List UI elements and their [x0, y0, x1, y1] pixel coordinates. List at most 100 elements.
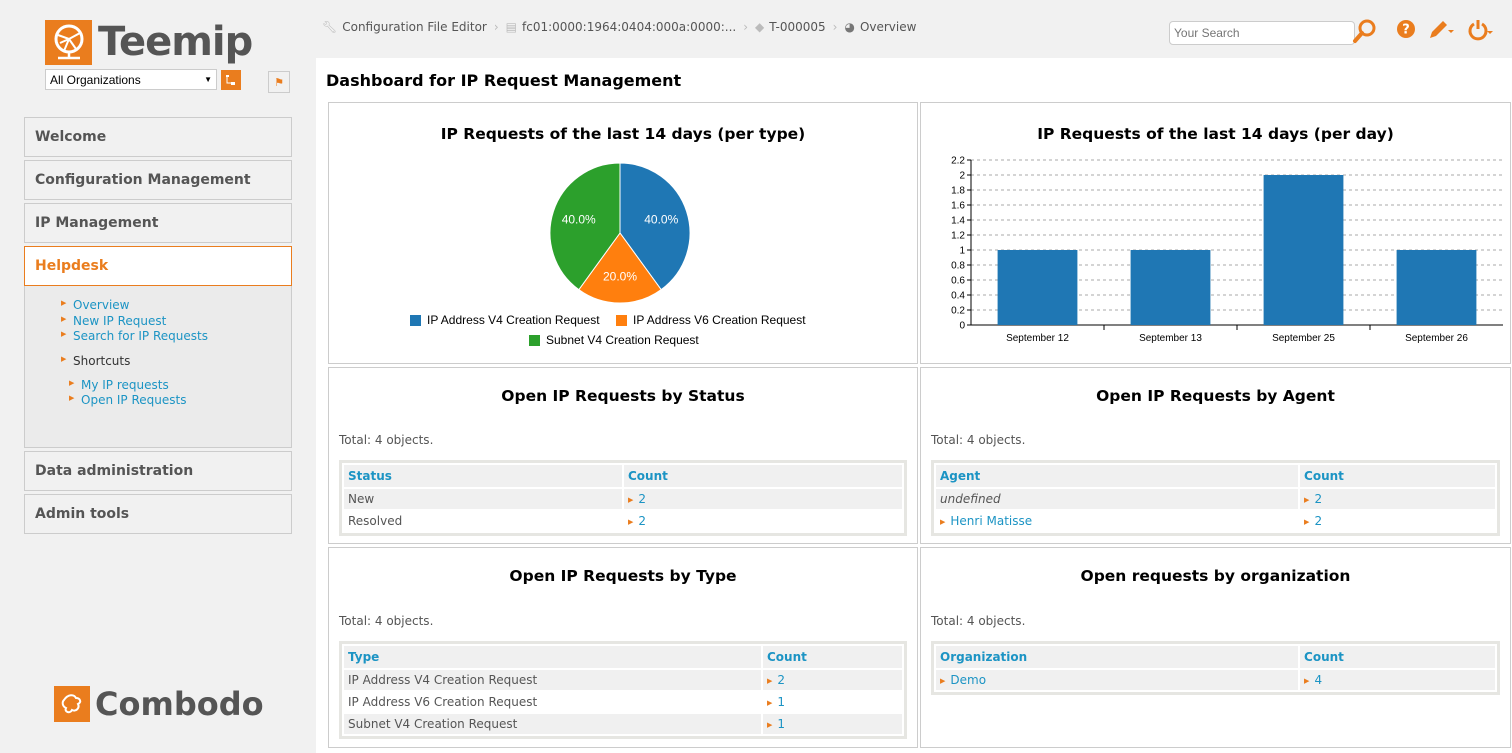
- shortcuts-label: Shortcuts: [73, 353, 131, 368]
- column-header[interactable]: Type: [344, 646, 761, 668]
- legend-item: IP Address V6 Creation Request: [616, 313, 806, 327]
- count-value: 4: [1314, 673, 1323, 687]
- breadcrumb-item[interactable]: ◆ T-000005: [755, 20, 826, 34]
- shortcut-open-ip-requests[interactable]: ▶ Open IP Requests: [25, 393, 291, 409]
- menu-label: IP Management: [35, 215, 159, 231]
- bar[interactable]: [1396, 250, 1477, 325]
- table-row: New ▶ 2: [344, 489, 902, 509]
- combodo-text: Combodo: [95, 685, 264, 723]
- bullet-arrow-icon: ▶: [61, 330, 67, 338]
- ticket-icon: ◆: [755, 20, 765, 34]
- count-value: 2: [777, 673, 786, 687]
- organization-tree-button[interactable]: [221, 70, 241, 90]
- column-header[interactable]: Count: [624, 465, 902, 487]
- bar[interactable]: [997, 250, 1078, 325]
- breadcrumb-item[interactable]: ▤ fc01:0000:1964:0404:000a:0000:...: [506, 20, 737, 34]
- agent-name: Henri Matisse: [950, 514, 1033, 528]
- y-tick-label: 0.8: [951, 261, 965, 272]
- edit-pencil-menu-icon[interactable]: [1427, 18, 1455, 45]
- total-count: Total: 4 objects.: [931, 433, 1026, 447]
- cell-count-link[interactable]: ▶ 2: [1300, 489, 1495, 509]
- bar[interactable]: [1130, 250, 1211, 325]
- legend-swatch: [529, 334, 540, 346]
- y-tick-label: 0.6: [951, 276, 965, 287]
- bullet-arrow-icon: ▶: [1304, 676, 1310, 685]
- bar[interactable]: [1263, 175, 1344, 325]
- help-icon[interactable]: ?: [1395, 18, 1417, 43]
- menu-data-administration[interactable]: Data administration: [24, 451, 292, 491]
- breadcrumb-label: fc01:0000:1964:0404:000a:0000:...: [522, 20, 737, 34]
- cell-organization-link[interactable]: ▶ Demo: [936, 670, 1299, 690]
- chevron-down-icon: ▼: [204, 75, 212, 84]
- chevron-right-icon: ›: [832, 20, 838, 34]
- cell-agent-link[interactable]: ▶ Henri Matisse: [936, 511, 1299, 531]
- cell-count-link[interactable]: ▶ 2: [763, 670, 902, 690]
- column-header[interactable]: Count: [1300, 646, 1495, 668]
- cell-type: IP Address V4 Creation Request: [344, 670, 761, 690]
- x-tick-label: September 13: [1139, 333, 1202, 344]
- column-header[interactable]: Agent: [936, 465, 1299, 487]
- table-row: IP Address V4 Creation Request ▶ 2: [344, 670, 902, 690]
- cell-type: IP Address V6 Creation Request: [344, 692, 761, 712]
- legend-item: Subnet V4 Creation Request: [529, 333, 699, 347]
- total-count: Total: 4 objects.: [931, 614, 1026, 628]
- count-value: 1: [777, 717, 786, 731]
- breadcrumb-item[interactable]: ◕ Overview: [844, 20, 916, 34]
- submenu-overview[interactable]: ▶ Overview: [25, 298, 291, 314]
- combodo-logo[interactable]: Combodo: [54, 686, 264, 722]
- y-tick-label: 1.4: [951, 216, 965, 227]
- panel-title: Open IP Requests by Agent: [1096, 387, 1335, 405]
- cell-count-link[interactable]: ▶ 2: [624, 489, 902, 509]
- y-tick-label: 1.6: [951, 201, 965, 212]
- pie-slice-label: 40.0%: [644, 213, 678, 227]
- y-tick-label: 1: [959, 246, 965, 257]
- table-row: Subnet V4 Creation Request ▶ 1: [344, 714, 902, 734]
- global-search-input[interactable]: [1169, 21, 1355, 45]
- bullet-arrow-icon: ▶: [1304, 517, 1310, 526]
- organization-panel: Open requests by organization Total: 4 o…: [920, 547, 1511, 748]
- breadcrumb-label: Overview: [859, 20, 917, 34]
- menu-admin-tools[interactable]: Admin tools: [24, 494, 292, 534]
- organization-select[interactable]: All Organizations ▼: [45, 69, 217, 90]
- submenu-new-ip-request[interactable]: ▶ New IP Request: [25, 314, 291, 330]
- y-tick-label: 0.4: [951, 291, 965, 302]
- globe-network-icon: [45, 20, 92, 65]
- menu-label: Configuration Management: [35, 172, 251, 188]
- legend-swatch: [410, 314, 421, 326]
- cell-count-link[interactable]: ▶ 1: [763, 714, 902, 734]
- column-header[interactable]: Status: [344, 465, 622, 487]
- column-header[interactable]: Count: [1300, 465, 1495, 487]
- column-header[interactable]: Organization: [936, 646, 1299, 668]
- total-count: Total: 4 objects.: [339, 433, 434, 447]
- teemip-logo[interactable]: Teemip: [45, 20, 253, 65]
- y-tick-label: 2: [959, 171, 965, 182]
- cell-count-link[interactable]: ▶ 2: [1300, 511, 1495, 531]
- table-row: undefined ▶ 2: [936, 489, 1495, 509]
- shortcut-label: My IP requests: [81, 377, 169, 392]
- y-tick-label: 1.2: [951, 231, 965, 242]
- panel-title: Open requests by organization: [1080, 567, 1351, 585]
- cell-status: Resolved: [344, 511, 622, 531]
- submenu-search-ip-requests[interactable]: ▶ Search for IP Requests: [25, 329, 291, 345]
- menu-ip-management[interactable]: IP Management: [24, 203, 292, 243]
- legend-item: IP Address V4 Creation Request: [410, 313, 600, 327]
- bullet-arrow-icon: ▶: [61, 314, 67, 323]
- search-icon[interactable]: [1352, 18, 1378, 47]
- cell-count-link[interactable]: ▶ 1: [763, 692, 902, 712]
- menu-welcome[interactable]: Welcome: [24, 117, 292, 157]
- column-header[interactable]: Count: [763, 646, 902, 668]
- menu-helpdesk[interactable]: Helpdesk: [24, 246, 292, 286]
- menu-configuration-management[interactable]: Configuration Management: [24, 160, 292, 200]
- shortcut-my-ip-requests[interactable]: ▶ My IP requests: [25, 378, 291, 394]
- cell-count-link[interactable]: ▶ 4: [1300, 670, 1495, 690]
- shortcuts-heading: ▶ Shortcuts: [25, 354, 291, 369]
- pin-menu-button[interactable]: ⚑: [268, 71, 290, 93]
- power-menu-icon[interactable]: [1467, 18, 1495, 45]
- y-tick-label: 1.8: [951, 186, 965, 197]
- helpdesk-submenu: ▶ Overview ▶ New IP Request ▶ Search for IP…: [24, 286, 292, 448]
- breadcrumb-item[interactable]: 🔧︎ Configuration File Editor: [322, 20, 487, 34]
- cell-count-link[interactable]: ▶ 2: [624, 511, 902, 531]
- breadcrumb: 🔧︎ Configuration File Editor › ▤ fc01:00…: [322, 20, 916, 34]
- chevron-right-icon: ›: [493, 20, 499, 34]
- bullet-arrow-icon: ▶: [61, 299, 67, 307]
